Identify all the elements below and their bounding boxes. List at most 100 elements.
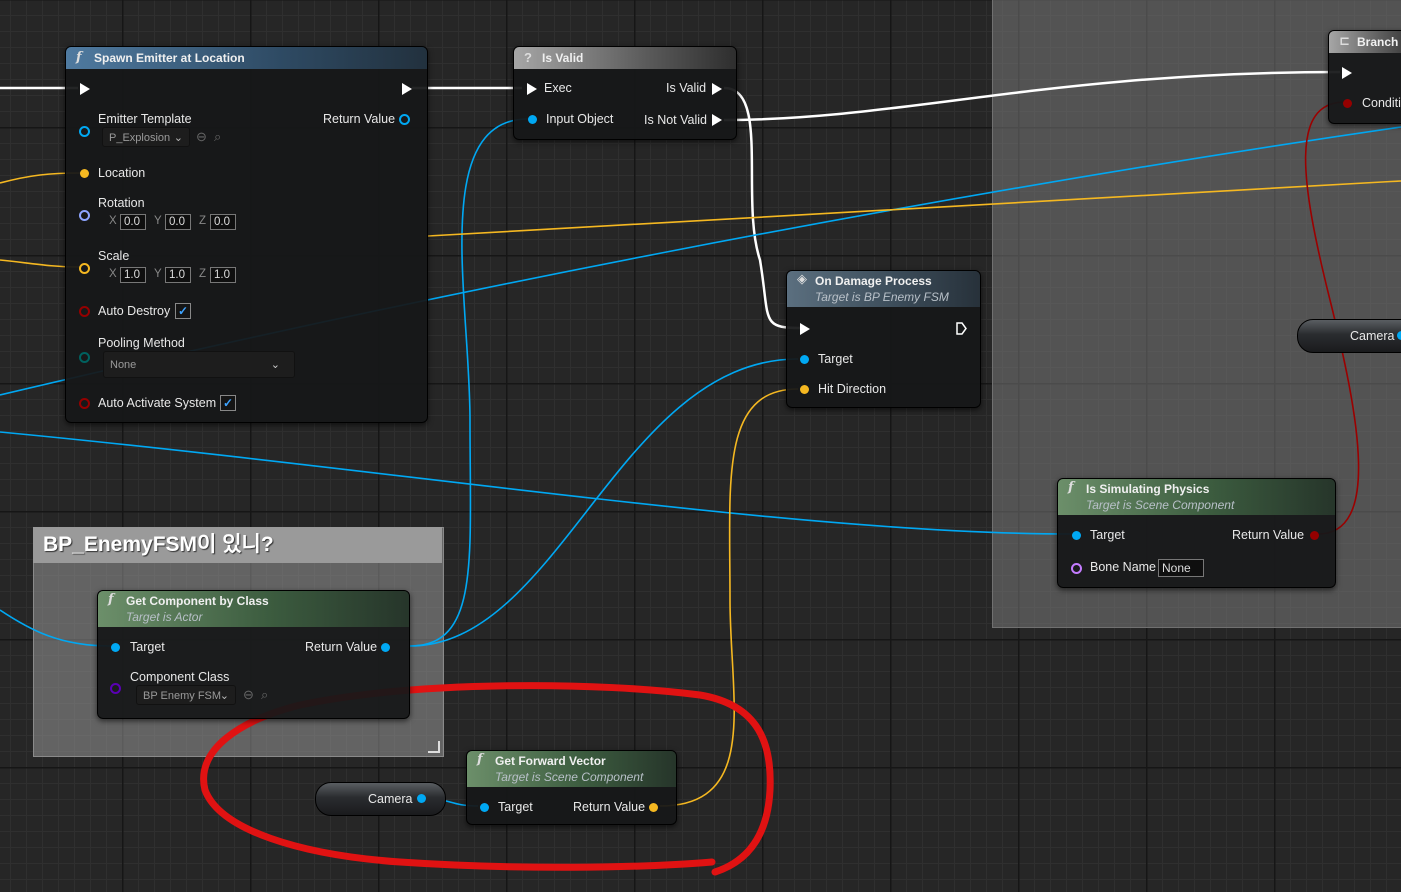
get-component-title: Get Component by Class [126,594,269,608]
condition-pin[interactable] [1343,99,1352,108]
camera-output-pin[interactable] [417,794,426,803]
component-class-label: Component Class [130,670,230,684]
exec-out-pin[interactable] [402,83,412,95]
target-label: Target [130,640,165,654]
on-damage-process-header[interactable]: ◈ On Damage Process Target is BP Enemy F… [787,271,980,307]
camera-output-pin[interactable] [1397,331,1401,340]
location-label: Location [98,166,146,180]
rotation-y-field[interactable]: 0.0 [165,214,191,230]
exec-in-pin[interactable] [80,83,90,95]
function-icon: f [76,50,82,65]
on-damage-process-node[interactable]: ◈ On Damage Process Target is BP Enemy F… [786,270,981,408]
get-component-by-class-node[interactable]: f Get Component by Class Target is Actor… [97,590,410,719]
exec-out-pin[interactable] [956,322,967,335]
camera-variable-bottom[interactable]: Camera [315,782,446,816]
get-forward-vector-subtitle: Target is Scene Component [495,770,644,784]
is-simulating-physics-header[interactable]: f Is Simulating Physics Target is Scene … [1058,479,1335,515]
is-simulating-physics-title: Is Simulating Physics [1086,482,1210,496]
is-not-valid-exec-pin[interactable] [712,114,722,126]
chevron-down-icon: ⌄ [173,132,183,144]
emitter-template-label: Emitter Template [98,112,192,126]
input-object-pin[interactable] [528,115,537,124]
target-pin[interactable] [480,803,489,812]
target-pin[interactable] [800,355,809,364]
return-value-label: Return Value [1232,528,1305,542]
get-forward-vector-node[interactable]: f Get Forward Vector Target is Scene Com… [466,750,677,825]
spawn-emitter-header[interactable]: f Spawn Emitter at Location [66,47,427,69]
function-icon: f [477,752,483,767]
branch-header[interactable]: ⊏ Branch [1329,31,1401,53]
target-pin[interactable] [1072,531,1081,540]
question-icon: ? [524,50,532,65]
scale-y-axis: Y [154,268,162,280]
target-label: Target [1090,528,1125,542]
scale-pin[interactable] [79,263,90,274]
get-forward-vector-title: Get Forward Vector [495,754,606,768]
camera-variable-right[interactable]: Camera [1297,319,1401,353]
rotation-x-axis: X [109,215,117,227]
return-value-pin[interactable] [649,803,658,812]
component-class-pin[interactable] [110,683,121,694]
return-value-pin[interactable] [399,114,410,125]
bone-name-field[interactable]: None [1158,559,1204,577]
component-class-dropdown[interactable]: BP Enemy FSM ⌄ [136,685,236,705]
scale-z-field[interactable]: 1.0 [210,267,236,283]
auto-activate-label: Auto Activate System [98,396,217,410]
scale-x-field[interactable]: 1.0 [120,267,146,283]
use-selected-icon[interactable]: ⊖ [243,687,254,703]
hit-direction-pin[interactable] [800,385,809,394]
get-forward-vector-header[interactable]: f Get Forward Vector Target is Scene Com… [467,751,676,787]
pooling-method-dropdown[interactable]: None ⌄ [103,351,295,378]
rotation-pin[interactable] [79,210,90,221]
pooling-method-pin[interactable] [79,352,90,363]
rotation-z-field[interactable]: 0.0 [210,214,236,230]
rotation-x-field[interactable]: 0.0 [120,214,146,230]
target-label: Target [818,352,853,366]
is-simulating-physics-subtitle: Target is Scene Component [1086,498,1235,512]
rotation-label: Rotation [98,196,145,210]
browse-search-icon[interactable]: ⌕ [214,129,221,145]
scale-y-field[interactable]: 1.0 [165,267,191,283]
bone-name-label: Bone Name [1090,560,1157,574]
condition-label: Conditi [1362,96,1401,110]
return-value-label: Return Value [573,800,646,814]
use-selected-icon[interactable]: ⊖ [196,129,207,145]
scale-label: Scale [98,249,130,263]
emitter-template-dropdown[interactable]: P_Explosion ⌄ [102,127,190,147]
is-simulating-physics-node[interactable]: f Is Simulating Physics Target is Scene … [1057,478,1336,588]
auto-destroy-checkbox[interactable]: ✓ [175,303,191,319]
is-valid-label: Is Valid [666,81,707,95]
rotation-y-axis: Y [154,215,162,227]
input-object-label: Input Object [546,112,614,126]
return-value-pin[interactable] [381,643,390,652]
target-pin[interactable] [111,643,120,652]
exec-in-pin[interactable] [1342,67,1352,79]
location-pin[interactable] [80,169,89,178]
auto-destroy-pin[interactable] [79,306,90,317]
is-valid-exec-pin[interactable] [712,83,722,95]
auto-activate-pin[interactable] [79,398,90,409]
spawn-emitter-node[interactable]: f Spawn Emitter at Location Emitter Temp… [65,46,428,423]
return-value-pin[interactable] [1310,531,1319,540]
emitter-template-pin[interactable] [79,126,90,137]
browse-search-icon[interactable]: ⌕ [261,687,268,703]
scale-z-axis: Z [199,268,207,280]
bone-name-pin[interactable] [1071,563,1082,574]
target-label: Target [498,800,533,814]
camera-label: Camera [368,792,413,806]
event-diamond-icon: ◈ [797,272,807,287]
function-icon: f [1068,480,1074,495]
is-valid-node[interactable]: ? Is Valid Exec Is Valid Input Object Is… [513,46,737,140]
spawn-emitter-title: Spawn Emitter at Location [94,51,245,65]
exec-label: Exec [544,81,572,95]
is-valid-header[interactable]: ? Is Valid [514,47,736,69]
branch-node[interactable]: ⊏ Branch Conditi [1328,30,1401,124]
branch-title: Branch [1357,35,1399,49]
auto-activate-checkbox[interactable]: ✓ [220,395,236,411]
get-component-header[interactable]: f Get Component by Class Target is Actor [98,591,409,627]
exec-in-pin[interactable] [527,83,537,95]
branch-icon: ⊏ [1339,34,1350,49]
camera-label: Camera [1350,329,1395,343]
exec-in-pin[interactable] [800,323,810,335]
on-damage-process-title: On Damage Process [815,274,932,288]
